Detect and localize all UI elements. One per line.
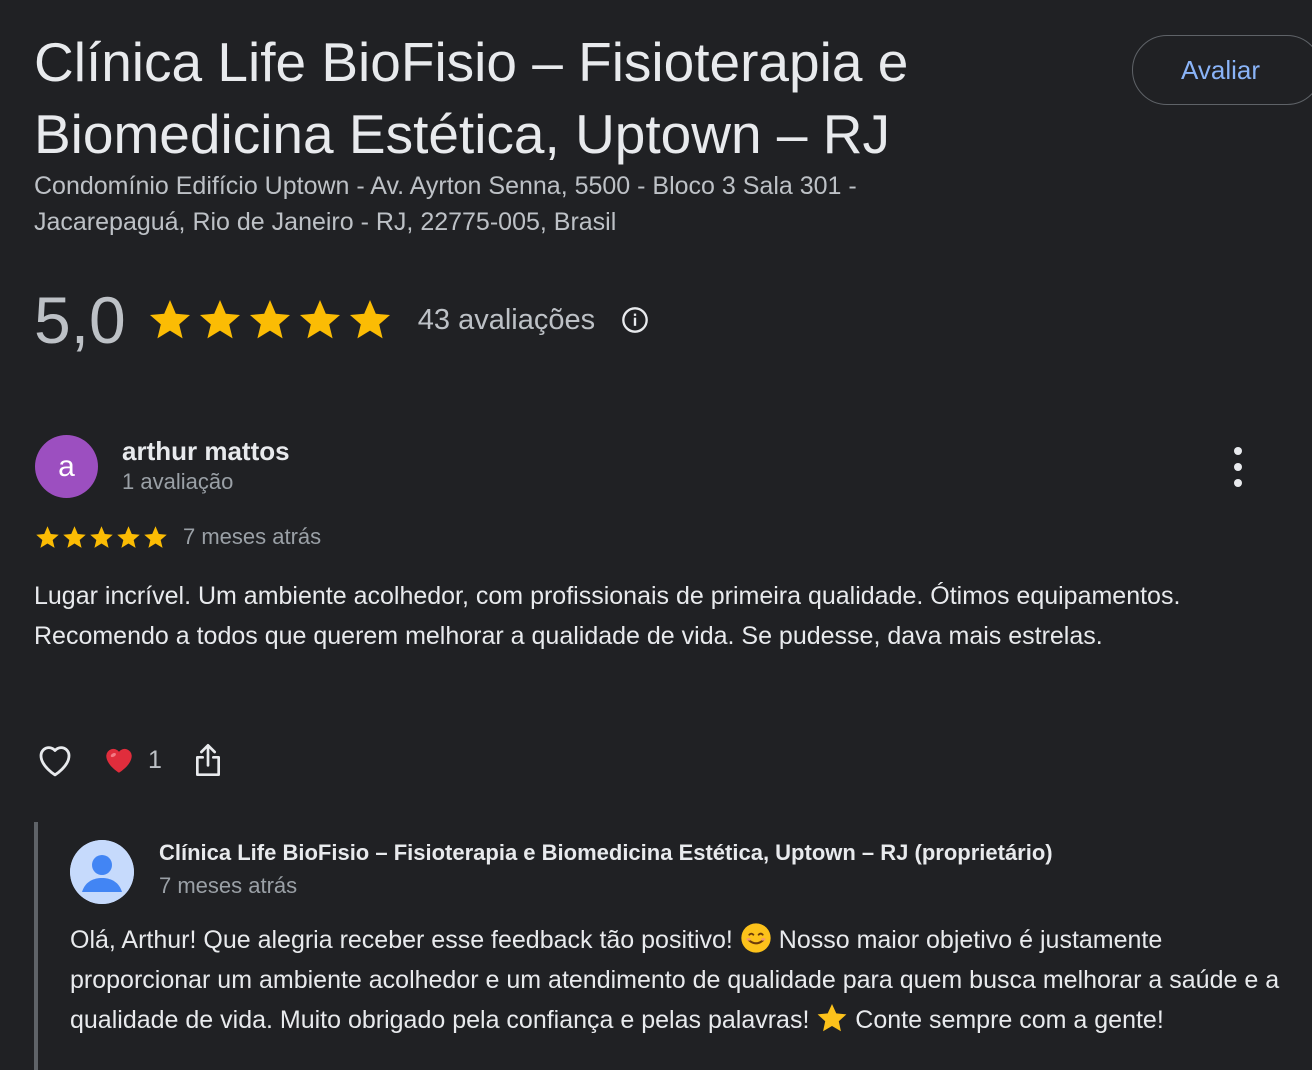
review-actions: 1 xyxy=(34,738,224,782)
owner-reply-text-part: Olá, Arthur! Que alegria receber esse fe… xyxy=(70,926,740,954)
average-rating: 5,0 xyxy=(34,283,126,357)
rating-summary: 5,0 43 avaliações xyxy=(34,280,649,360)
star-icon xyxy=(149,300,190,339)
more-vert-icon[interactable] xyxy=(1222,447,1254,487)
star-icon xyxy=(36,525,59,548)
info-icon[interactable] xyxy=(621,306,649,334)
reaction-count: 1 xyxy=(148,745,162,774)
review-text: Lugar incrível. Um ambiente acolhedor, c… xyxy=(34,582,1181,650)
review-time: 7 meses atrás xyxy=(183,524,322,549)
rating-stars xyxy=(146,296,394,344)
reviewer-review-count: 1 avaliação xyxy=(122,469,234,494)
review-stars xyxy=(34,524,169,551)
star-icon xyxy=(299,300,340,339)
heart-emoji-icon xyxy=(106,748,132,773)
star-icon xyxy=(349,300,390,339)
star-icon xyxy=(117,525,140,548)
reviewer-name[interactable]: arthur mattos xyxy=(122,436,290,467)
place-address: Condomínio Edifício Uptown - Av. Ayrton … xyxy=(34,172,857,236)
star-icon xyxy=(63,525,86,548)
owner-name: Clínica Life BioFisio – Fisioterapia e B… xyxy=(159,840,1053,865)
review-rating-row: 7 meses atrás xyxy=(34,522,321,552)
star-icon xyxy=(249,300,290,339)
owner-avatar xyxy=(70,840,134,904)
share-icon[interactable] xyxy=(192,741,224,779)
heart-outline-icon[interactable] xyxy=(34,739,76,781)
star-emoji-icon xyxy=(817,1004,847,1032)
rate-button[interactable]: Avaliar xyxy=(1132,35,1312,105)
owner-reply-text: Olá, Arthur! Que alegria receber esse fe… xyxy=(70,920,1290,1040)
owner-reply-divider xyxy=(34,822,38,1070)
star-icon xyxy=(144,525,167,548)
owner-reply-time: 7 meses atrás xyxy=(159,873,298,898)
star-icon xyxy=(90,525,113,548)
review-count[interactable]: 43 avaliações xyxy=(418,304,595,337)
place-title: Clínica Life BioFisio – Fisioterapia e B… xyxy=(34,31,909,165)
heart-reaction[interactable]: 1 xyxy=(102,743,162,777)
reviewer-avatar[interactable]: a xyxy=(35,435,98,498)
smile-emoji-icon xyxy=(741,923,771,953)
star-icon xyxy=(199,300,240,339)
owner-reply-text-part: Conte sempre com a gente! xyxy=(848,1006,1164,1034)
person-icon xyxy=(70,840,134,904)
